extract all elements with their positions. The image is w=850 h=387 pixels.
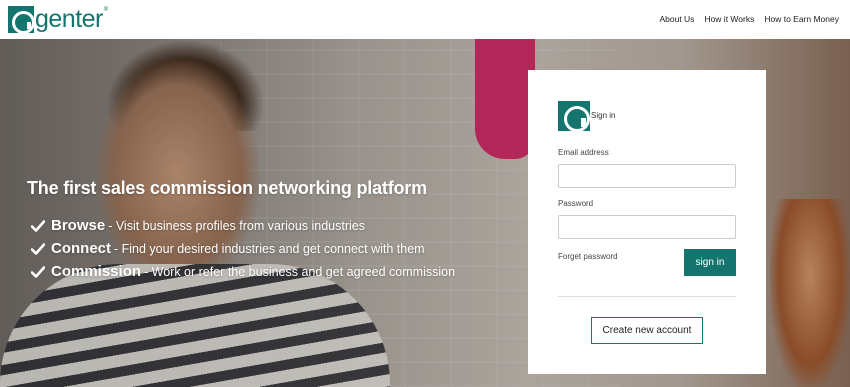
feature-name: Commission xyxy=(51,263,142,280)
feature-name: Connect xyxy=(51,240,111,257)
create-account-button[interactable]: Create new account xyxy=(591,317,703,344)
feature-commission: Commission - Work or refer the business … xyxy=(31,260,455,283)
password-label: Password xyxy=(558,199,594,208)
checkmark-icon xyxy=(31,265,45,278)
password-field[interactable] xyxy=(558,215,736,239)
nav-how-it-works[interactable]: How it Works xyxy=(704,14,754,24)
checkmark-icon xyxy=(31,219,45,232)
registered-mark: ® xyxy=(103,7,109,13)
top-nav: About Us How it Works How to Earn Money xyxy=(659,14,839,24)
forget-password-link[interactable]: Forget password xyxy=(558,252,618,261)
genter-logo[interactable]: genter ® xyxy=(8,5,109,34)
card-divider xyxy=(558,296,736,297)
card-logo-icon xyxy=(558,101,590,132)
hero-tagline: The first sales commission networking pl… xyxy=(27,178,427,198)
logo-mark-icon xyxy=(8,6,35,34)
feature-description: - Visit business profiles from various i… xyxy=(108,218,365,233)
feature-browse: Browse - Visit business profiles from va… xyxy=(31,214,455,237)
site-header: genter ® About Us How it Works How to Ea… xyxy=(0,0,850,39)
feature-list: Browse - Visit business profiles from va… xyxy=(31,214,455,283)
feature-connect: Connect - Find your desired industries a… xyxy=(31,237,455,260)
logo-wordmark: genter xyxy=(35,5,103,33)
signin-title: Sign in xyxy=(591,111,616,120)
feature-name: Browse xyxy=(51,217,106,234)
nav-about-us[interactable]: About Us xyxy=(659,14,694,24)
email-label: Email address xyxy=(558,148,609,157)
signin-card: Sign in Email address Password Forget pa… xyxy=(528,70,766,374)
checkmark-icon xyxy=(31,242,45,255)
email-field[interactable] xyxy=(558,164,736,188)
nav-how-to-earn-money[interactable]: How to Earn Money xyxy=(764,14,839,24)
feature-description: - Work or refer the business and get agr… xyxy=(144,264,456,279)
feature-description: - Find your desired industries and get c… xyxy=(114,241,425,256)
signin-button[interactable]: sign in xyxy=(684,249,736,276)
